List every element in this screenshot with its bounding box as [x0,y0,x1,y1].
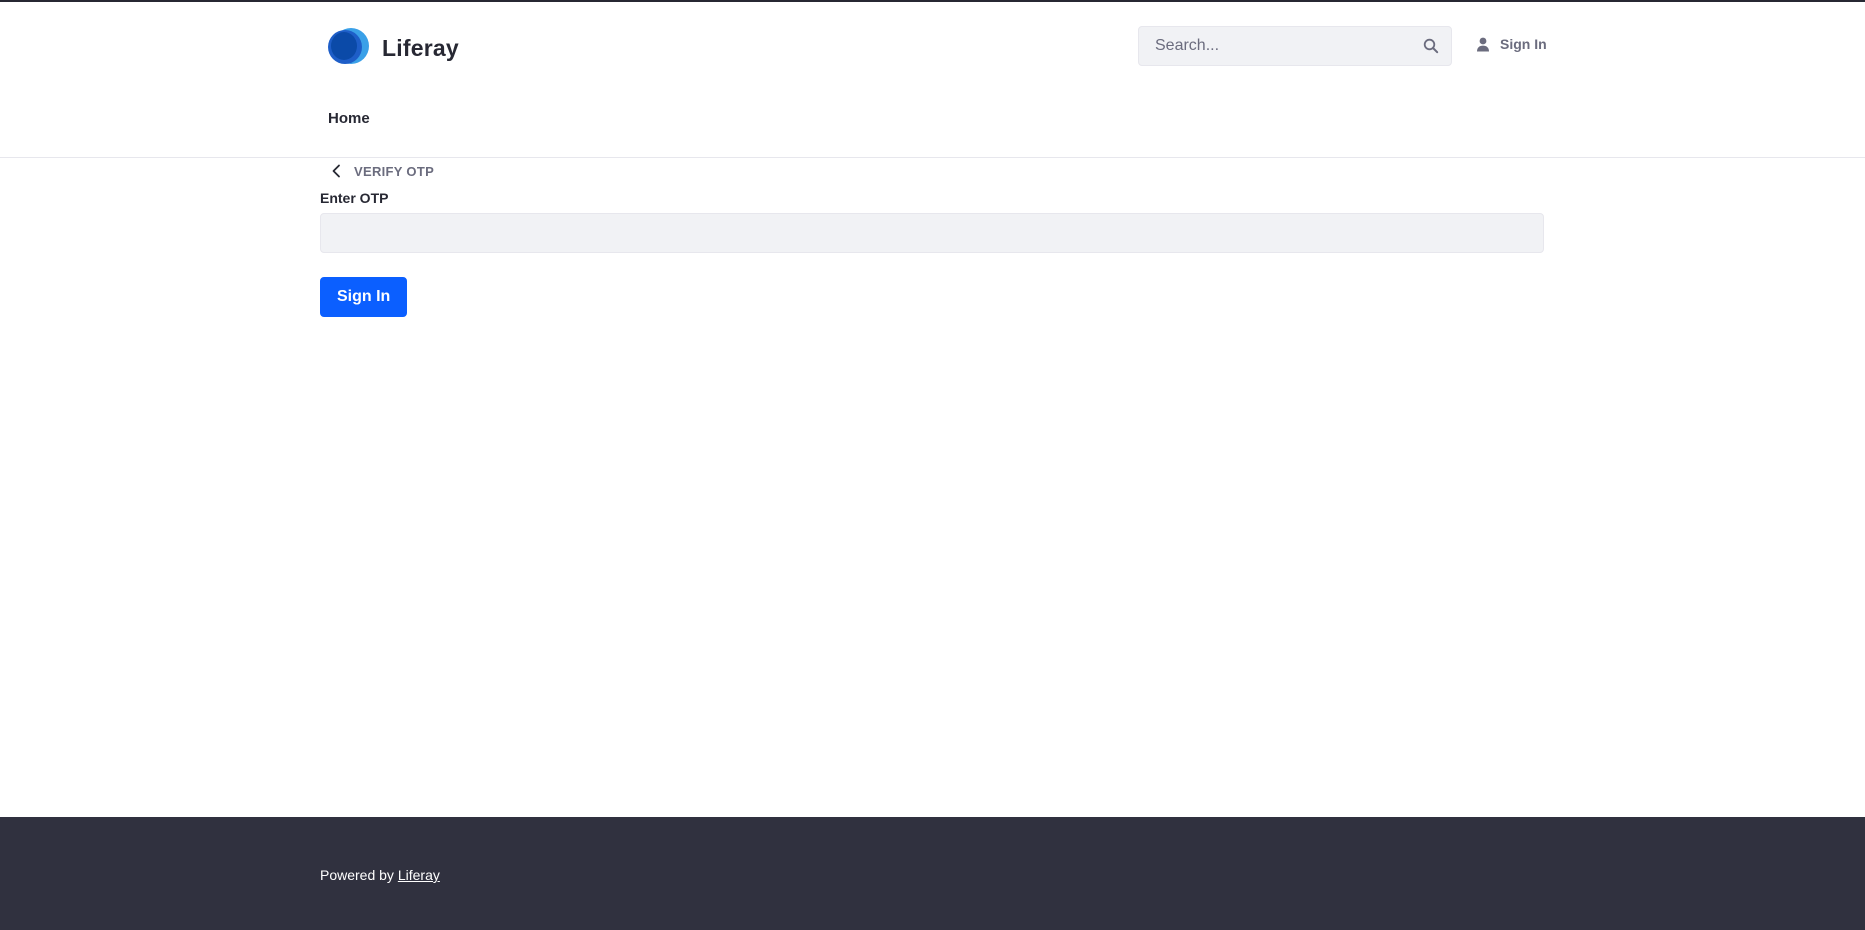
main-navigation: Home [328,110,370,127]
liferay-logo-icon [328,28,369,68]
sign-in-button[interactable]: Sign In [320,277,408,317]
portlet-title: VERIFY OTP [354,163,435,179]
search-bar [1138,26,1452,66]
chevron-left-icon[interactable] [328,163,344,179]
powered-by-text: Powered by [320,867,394,883]
user-icon [1476,37,1490,52]
portlet-header: VERIFY OTP [328,163,434,179]
search-input[interactable] [1139,27,1411,65]
header-sign-in-label: Sign In [1500,36,1547,52]
site-header: Liferay Sign In Home [0,2,1865,158]
header-sign-in-link[interactable]: Sign In [1476,36,1547,52]
nav-item-home[interactable]: Home [328,110,370,127]
brand-link[interactable]: Liferay [328,28,459,68]
liferay-footer-link[interactable]: Liferay [398,867,440,883]
brand-name: Liferay [382,34,459,61]
site-footer: Powered by Liferay [0,817,1865,930]
search-icon[interactable] [1411,26,1451,66]
otp-label: Enter OTP [320,190,389,206]
otp-input[interactable] [320,213,1544,253]
footer-credit: Powered by Liferay [320,867,440,883]
